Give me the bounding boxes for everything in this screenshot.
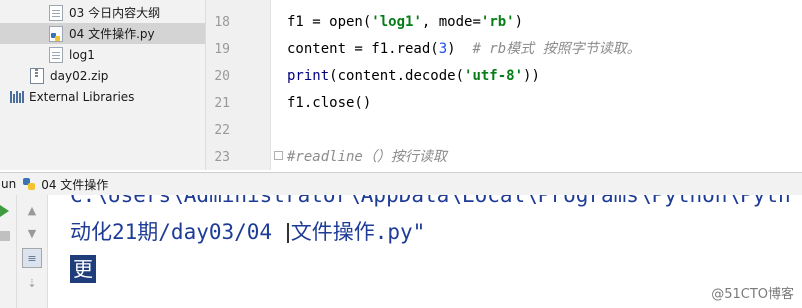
code-text: , mode=	[421, 14, 481, 30]
run-panel-title: un	[1, 177, 17, 191]
text-file-icon	[49, 46, 63, 63]
tree-item-label: log1	[69, 47, 95, 62]
code-text: )	[447, 41, 473, 57]
text-file-icon	[49, 4, 63, 21]
console-line-path: C:\Users\Administrator\AppData\Local\Pro…	[70, 195, 791, 207]
code-text: content = f1.read(	[287, 41, 439, 57]
fold-marker-icon[interactable]	[274, 151, 283, 160]
rerun-icon[interactable]	[0, 205, 9, 217]
string-literal: 'utf-8'	[464, 68, 524, 84]
code-line-23[interactable]: #readline（）按行读取	[287, 144, 447, 171]
library-icon	[10, 90, 24, 103]
code-text: )	[514, 14, 524, 30]
string-literal: 'rb'	[480, 14, 515, 30]
tree-item-label: External Libraries	[29, 89, 135, 104]
number-literal: 3	[438, 41, 448, 57]
tree-item-label: 03 今日内容大纲	[69, 6, 161, 20]
tree-item-label: 04 文件操作.py	[69, 27, 155, 41]
console-text: 动化21期/day03/04	[70, 220, 285, 244]
tree-item-04-file-ops[interactable]: 04 文件操作.py	[0, 23, 205, 44]
line-number: 19	[214, 42, 230, 57]
code-line-20[interactable]: print(content.decode('utf-8'))	[287, 63, 540, 90]
project-tree: 03 今日内容大纲 04 文件操作.py log1 day02.zip Exte…	[0, 0, 206, 170]
zip-file-icon	[30, 67, 44, 84]
tree-item-log1[interactable]: log1	[0, 44, 205, 65]
tree-item-label: day02.zip	[50, 68, 109, 83]
soft-wrap-icon[interactable]: ≡	[22, 248, 42, 268]
code-text: ))	[523, 68, 540, 84]
run-toolbar-secondary: ▲ ▼ ≡ ⇣	[17, 195, 48, 308]
code-line-18[interactable]: f1 = open('log1', mode='rb')	[287, 9, 523, 36]
scroll-up-icon[interactable]: ▲	[22, 200, 42, 220]
line-number: 22	[214, 123, 230, 138]
tree-item-external-libraries[interactable]: External Libraries	[0, 86, 205, 107]
builtin-keyword: print	[287, 68, 330, 84]
code-comment: # rb模式 按照字节读取。	[472, 41, 641, 57]
line-number: 20	[214, 69, 230, 84]
line-number: 18	[214, 15, 230, 30]
code-editor[interactable]: f1 = open('log1', mode='rb') content = f…	[271, 0, 802, 170]
python-run-icon	[22, 177, 36, 191]
code-text: f1 = open(	[287, 14, 372, 30]
code-comment: #readline（）按行读取	[287, 149, 447, 165]
selected-output-text[interactable]: 更	[70, 255, 96, 283]
stop-icon[interactable]	[0, 231, 10, 241]
code-text: (content.decode(	[329, 68, 465, 84]
tree-item-03-outline[interactable]: 03 今日内容大纲	[0, 2, 205, 23]
code-text: f1.close()	[287, 95, 372, 111]
python-file-icon	[49, 25, 63, 42]
run-panel-header: un 04 文件操作	[0, 172, 802, 196]
run-toolbar-primary	[0, 195, 17, 308]
run-tab-label[interactable]: 04 文件操作	[41, 176, 108, 193]
run-console[interactable]: C:\Users\Administrator\AppData\Local\Pro…	[48, 195, 802, 308]
tree-item-day02-zip[interactable]: day02.zip	[0, 65, 205, 86]
line-number: 23	[214, 150, 230, 165]
scroll-to-end-icon[interactable]: ⇣	[22, 273, 42, 293]
console-line-filename: 动化21期/day03/04 文件操作.py"	[70, 218, 425, 246]
line-number-gutter: 18 19 20 21 22 23	[206, 0, 271, 170]
text-cursor	[286, 223, 289, 243]
console-text: 文件操作.py"	[290, 220, 426, 244]
watermark: @51CTO博客	[711, 287, 794, 302]
string-literal: 'log1'	[371, 14, 422, 30]
code-line-19[interactable]: content = f1.read(3) # rb模式 按照字节读取。	[287, 36, 641, 63]
line-number: 21	[214, 96, 230, 111]
scroll-down-icon[interactable]: ▼	[22, 223, 42, 243]
code-line-21[interactable]: f1.close()	[287, 90, 371, 117]
